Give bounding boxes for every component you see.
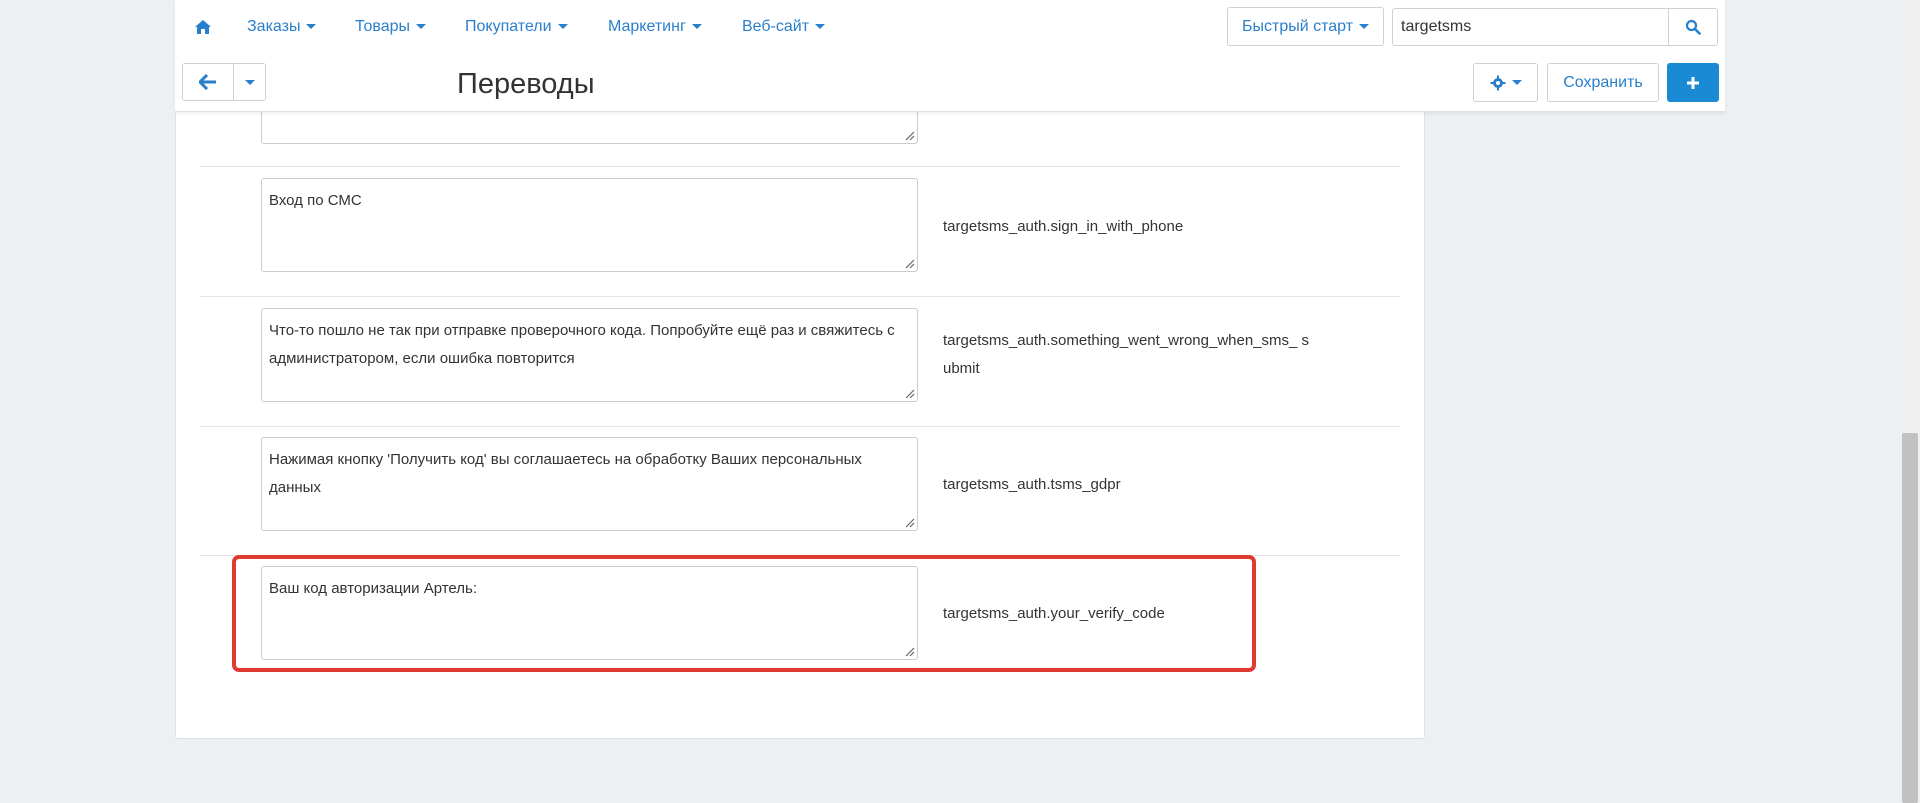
row-divider (200, 296, 1400, 297)
caret-down-icon (557, 24, 568, 30)
search-input[interactable] (1392, 8, 1670, 46)
resize-grip-icon[interactable] (904, 388, 915, 399)
save-button-label: Сохранить (1563, 73, 1643, 91)
nav-orders-label: Заказы (247, 18, 301, 35)
translation-value-field[interactable]: Вход по СМС (261, 178, 918, 272)
quick-start-button[interactable]: Быстрый старт (1227, 7, 1384, 46)
save-button[interactable]: Сохранить (1547, 63, 1659, 102)
arrow-left-icon (199, 74, 216, 90)
nav-marketing[interactable]: Маркетинг (608, 15, 702, 39)
nav-products[interactable]: Товары (355, 15, 427, 39)
chevron-down-icon (244, 79, 255, 85)
translation-value-text: Вход по СМС (269, 192, 362, 209)
quick-start-label: Быстрый старт (1241, 17, 1354, 35)
nav-orders[interactable]: Заказы (247, 15, 317, 39)
home-icon[interactable] (194, 19, 212, 35)
gear-icon (1490, 75, 1505, 90)
row-divider (200, 166, 1400, 167)
translation-value-text: Нажимая кнопку 'Получить код' вы соглаша… (269, 451, 862, 496)
nav-website-label: Веб-сайт (742, 18, 810, 35)
page-title: Переводы (457, 68, 595, 100)
translation-key: targetsms_auth.something_went_wrong_when… (943, 332, 1310, 377)
translation-key: targetsms_auth.tsms_gdpr (943, 476, 1121, 493)
search-icon (1685, 19, 1701, 35)
plus-icon (1687, 76, 1699, 89)
add-button[interactable] (1667, 63, 1719, 102)
translation-value-field[interactable]: Что-то пошло не так при отправке проверо… (261, 308, 918, 402)
nav-marketing-label: Маркетинг (608, 18, 686, 35)
nav-customers-label: Покупатели (465, 18, 552, 35)
settings-button[interactable] (1473, 63, 1538, 102)
header: Заказы Товары Покупатели Маркетинг Веб-с… (175, 0, 1725, 112)
caret-down-icon (1359, 24, 1370, 29)
translation-key: targetsms_auth.sign_in_with_phone (943, 218, 1184, 235)
resize-grip-icon[interactable] (904, 517, 915, 528)
row-divider (200, 426, 1400, 427)
nav-products-label: Товары (355, 18, 411, 35)
resize-grip-icon[interactable] (904, 258, 915, 269)
caret-down-icon (815, 24, 826, 30)
resize-grip-icon[interactable] (904, 130, 915, 141)
search-button[interactable] (1668, 8, 1718, 46)
caret-down-icon (416, 24, 427, 30)
scrollbar-thumb[interactable] (1902, 433, 1918, 803)
nav-customers[interactable]: Покупатели (465, 15, 568, 39)
caret-down-icon (306, 24, 317, 30)
back-button[interactable] (182, 63, 234, 101)
highlight-box (232, 555, 1256, 672)
caret-down-icon (691, 24, 702, 30)
translation-value-field[interactable]: Нажимая кнопку 'Получить код' вы соглаша… (261, 437, 918, 531)
caret-down-icon (1511, 80, 1522, 85)
back-dropdown-button[interactable] (233, 63, 266, 101)
translation-value-text: Что-то пошло не так при отправке проверо… (269, 322, 895, 367)
nav-website[interactable]: Веб-сайт (742, 15, 826, 39)
